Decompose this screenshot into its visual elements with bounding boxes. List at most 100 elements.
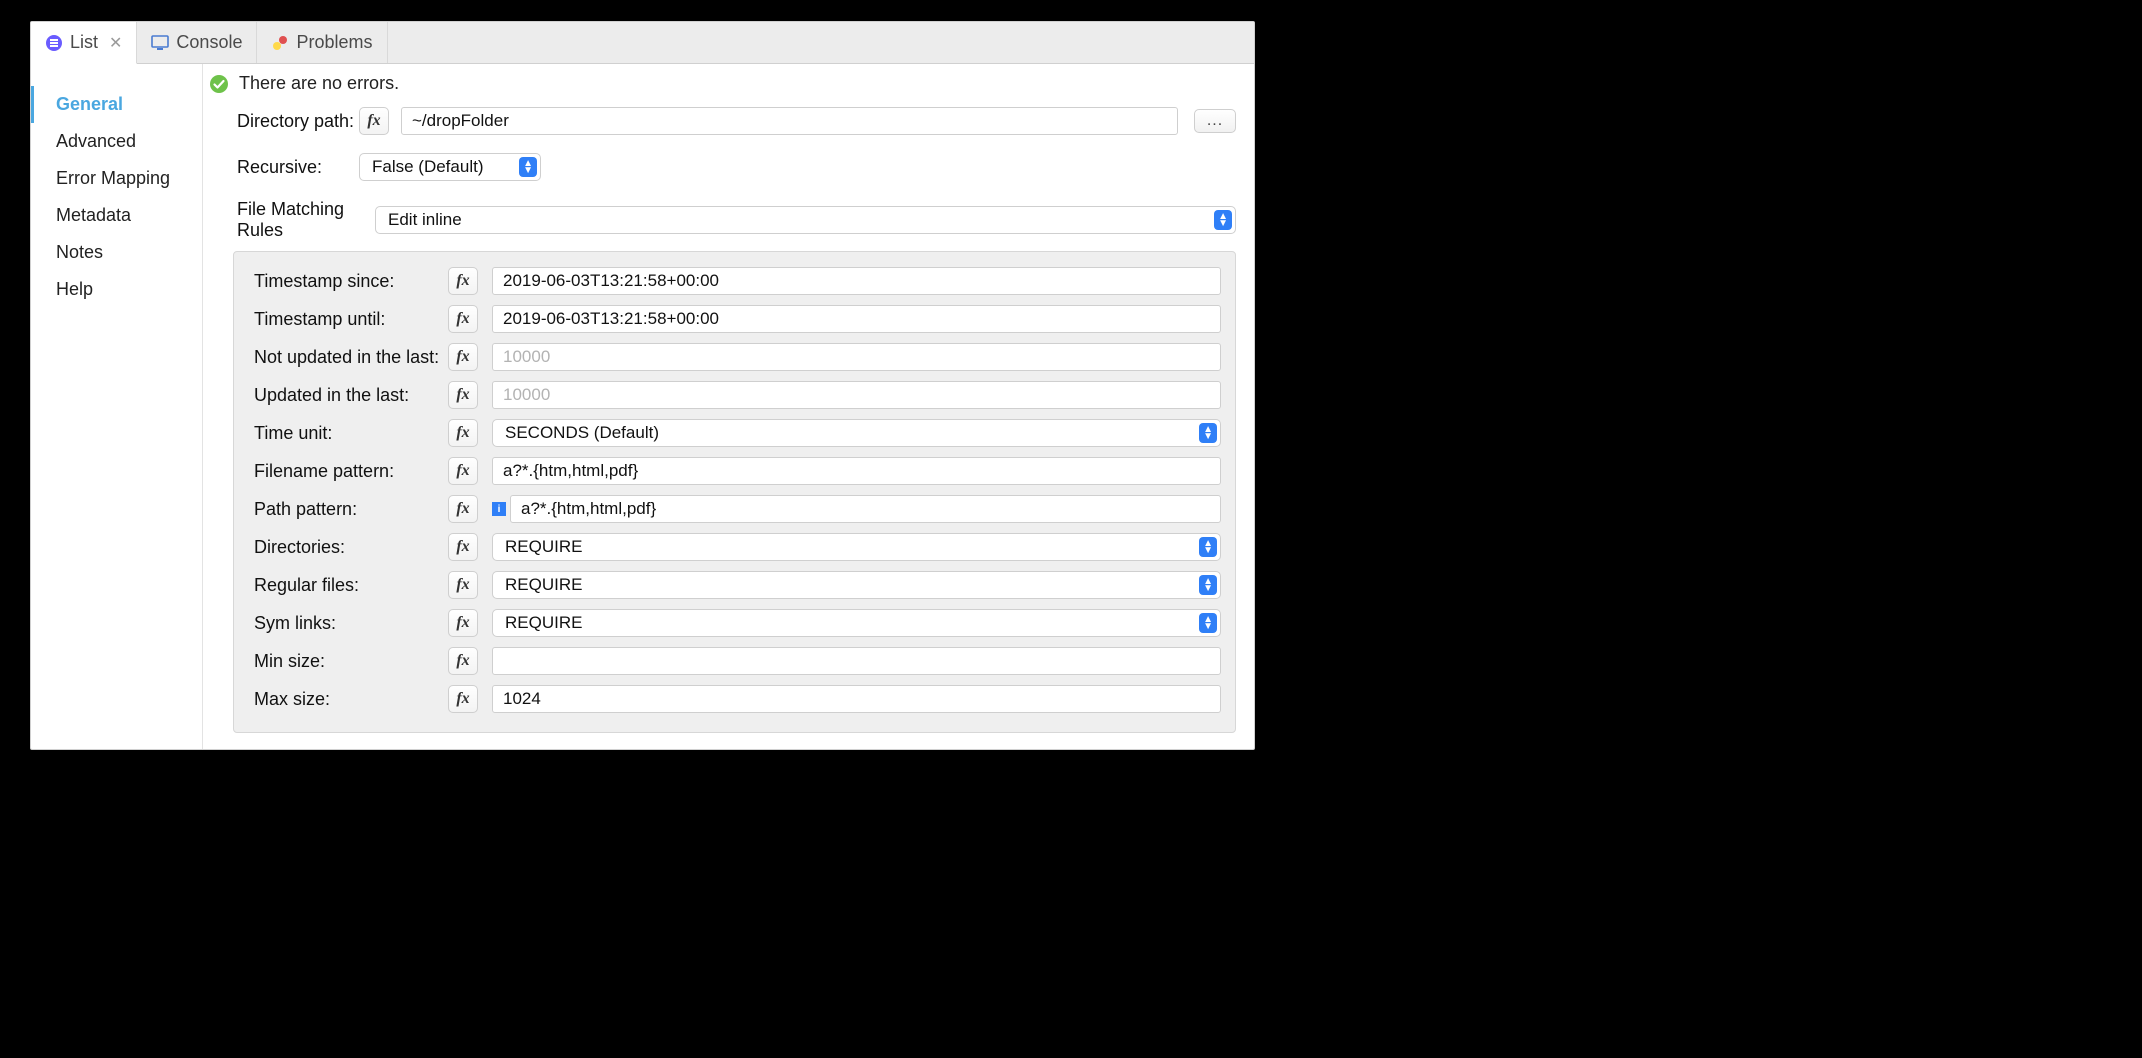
list-icon: [45, 34, 63, 52]
timestamp-until-input[interactable]: [492, 305, 1221, 333]
timestamp-since-input[interactable]: [492, 267, 1221, 295]
updated-input[interactable]: [492, 381, 1221, 409]
select-value: REQUIRE: [505, 575, 582, 595]
row-recursive: Recursive: False (Default) ▲▼: [203, 149, 1236, 185]
fx-button[interactable]: fx: [448, 457, 478, 485]
row-max-size: Max size: fx: [248, 680, 1221, 718]
label-min-size: Min size:: [248, 651, 448, 672]
row-updated: Updated in the last: fx: [248, 376, 1221, 414]
sidebar-item-notes[interactable]: Notes: [31, 234, 202, 271]
fx-button[interactable]: fx: [448, 381, 478, 409]
row-min-size: Min size: fx: [248, 642, 1221, 680]
chevron-updown-icon: ▲▼: [1218, 213, 1228, 227]
chevron-updown-icon: ▲▼: [1203, 426, 1213, 440]
label-directories: Directories:: [248, 537, 448, 558]
min-size-input[interactable]: [492, 647, 1221, 675]
label-recursive: Recursive:: [203, 157, 359, 178]
browse-button[interactable]: ...: [1194, 109, 1236, 133]
row-filename-pattern: Filename pattern: fx: [248, 452, 1221, 490]
row-sym-links: Sym links: fx REQUIRE ▲▼: [248, 604, 1221, 642]
tab-label: Problems: [296, 32, 372, 53]
sidebar-item-help[interactable]: Help: [31, 271, 202, 308]
sidebar-item-label: Advanced: [56, 131, 136, 151]
sidebar-item-label: Notes: [56, 242, 103, 262]
path-pattern-input[interactable]: [510, 495, 1221, 523]
ok-check-icon: [209, 74, 229, 94]
sidebar-item-label: Help: [56, 279, 93, 299]
select-value: REQUIRE: [505, 613, 582, 633]
label-updated: Updated in the last:: [248, 385, 448, 406]
sidebar-item-label: Error Mapping: [56, 168, 170, 188]
sidebar-item-label: General: [56, 94, 123, 114]
fx-button[interactable]: fx: [448, 495, 478, 523]
tab-problems[interactable]: Problems: [257, 22, 387, 63]
status-text: There are no errors.: [239, 73, 399, 94]
max-size-input[interactable]: [492, 685, 1221, 713]
sidebar-item-error-mapping[interactable]: Error Mapping: [31, 160, 202, 197]
sidebar-item-advanced[interactable]: Advanced: [31, 123, 202, 160]
row-timestamp-until: Timestamp until: fx: [248, 300, 1221, 338]
row-directories: Directories: fx REQUIRE ▲▼: [248, 528, 1221, 566]
tab-list[interactable]: List ✕: [31, 22, 137, 64]
status-bar: There are no errors.: [203, 64, 1254, 103]
label-sym-links: Sym links:: [248, 613, 448, 634]
main-panel: There are no errors. Directory path: fx …: [203, 64, 1254, 749]
select-value: Edit inline: [388, 210, 462, 230]
select-value: False (Default): [372, 157, 483, 177]
row-file-matching-rules: File Matching Rules Edit inline ▲▼: [203, 195, 1236, 245]
row-not-updated: Not updated in the last: fx: [248, 338, 1221, 376]
body: General Advanced Error Mapping Metadata …: [31, 64, 1254, 749]
recursive-select[interactable]: False (Default) ▲▼: [359, 153, 541, 181]
fx-button[interactable]: fx: [448, 267, 478, 295]
row-path-pattern: Path pattern: fx i: [248, 490, 1221, 528]
sidebar-item-label: Metadata: [56, 205, 131, 225]
filename-pattern-input[interactable]: [492, 457, 1221, 485]
fx-button[interactable]: fx: [448, 533, 478, 561]
directory-path-input[interactable]: [401, 107, 1178, 135]
fx-button[interactable]: fx: [448, 685, 478, 713]
fx-button[interactable]: fx: [448, 343, 478, 371]
tab-label: Console: [176, 32, 242, 53]
row-timestamp-since: Timestamp since: fx: [248, 262, 1221, 300]
console-icon: [151, 34, 169, 52]
label-max-size: Max size:: [248, 689, 448, 710]
label-not-updated: Not updated in the last:: [248, 347, 448, 368]
chevron-updown-icon: ▲▼: [1203, 540, 1213, 554]
select-value: SECONDS (Default): [505, 423, 659, 443]
label-regular-files: Regular files:: [248, 575, 448, 596]
label-timestamp-until: Timestamp until:: [248, 309, 448, 330]
chevron-updown-icon: ▲▼: [1203, 578, 1213, 592]
info-icon: i: [492, 502, 506, 516]
form-area: Directory path: fx ... Recursive: False …: [203, 103, 1254, 749]
fx-button[interactable]: fx: [448, 419, 478, 447]
fx-button[interactable]: fx: [448, 609, 478, 637]
label-directory-path: Directory path:: [203, 111, 359, 132]
tab-bar: List ✕ Console Problems: [31, 22, 1254, 64]
label-file-matching-rules: File Matching Rules: [203, 199, 375, 241]
file-matching-rules-select[interactable]: Edit inline ▲▼: [375, 206, 1236, 234]
fx-button[interactable]: fx: [359, 107, 389, 135]
tab-console[interactable]: Console: [137, 22, 257, 63]
row-regular-files: Regular files: fx REQUIRE ▲▼: [248, 566, 1221, 604]
chevron-updown-icon: ▲▼: [1203, 616, 1213, 630]
sidebar-item-general[interactable]: General: [31, 86, 202, 123]
chevron-updown-icon: ▲▼: [523, 160, 533, 174]
label-path-pattern: Path pattern:: [248, 499, 448, 520]
sym-links-select[interactable]: REQUIRE ▲▼: [492, 609, 1221, 637]
label-timestamp-since: Timestamp since:: [248, 271, 448, 292]
app-window: List ✕ Console Problems General Advanced…: [30, 21, 1255, 750]
label-filename-pattern: Filename pattern:: [248, 461, 448, 482]
select-value: REQUIRE: [505, 537, 582, 557]
row-time-unit: Time unit: fx SECONDS (Default) ▲▼: [248, 414, 1221, 452]
directories-select[interactable]: REQUIRE ▲▼: [492, 533, 1221, 561]
close-icon[interactable]: ✕: [109, 33, 122, 53]
time-unit-select[interactable]: SECONDS (Default) ▲▼: [492, 419, 1221, 447]
label-time-unit: Time unit:: [248, 423, 448, 444]
file-matching-rules-panel: Timestamp since: fx Timestamp until: fx …: [233, 251, 1236, 733]
fx-button[interactable]: fx: [448, 305, 478, 333]
regular-files-select[interactable]: REQUIRE ▲▼: [492, 571, 1221, 599]
fx-button[interactable]: fx: [448, 647, 478, 675]
sidebar-item-metadata[interactable]: Metadata: [31, 197, 202, 234]
not-updated-input[interactable]: [492, 343, 1221, 371]
fx-button[interactable]: fx: [448, 571, 478, 599]
